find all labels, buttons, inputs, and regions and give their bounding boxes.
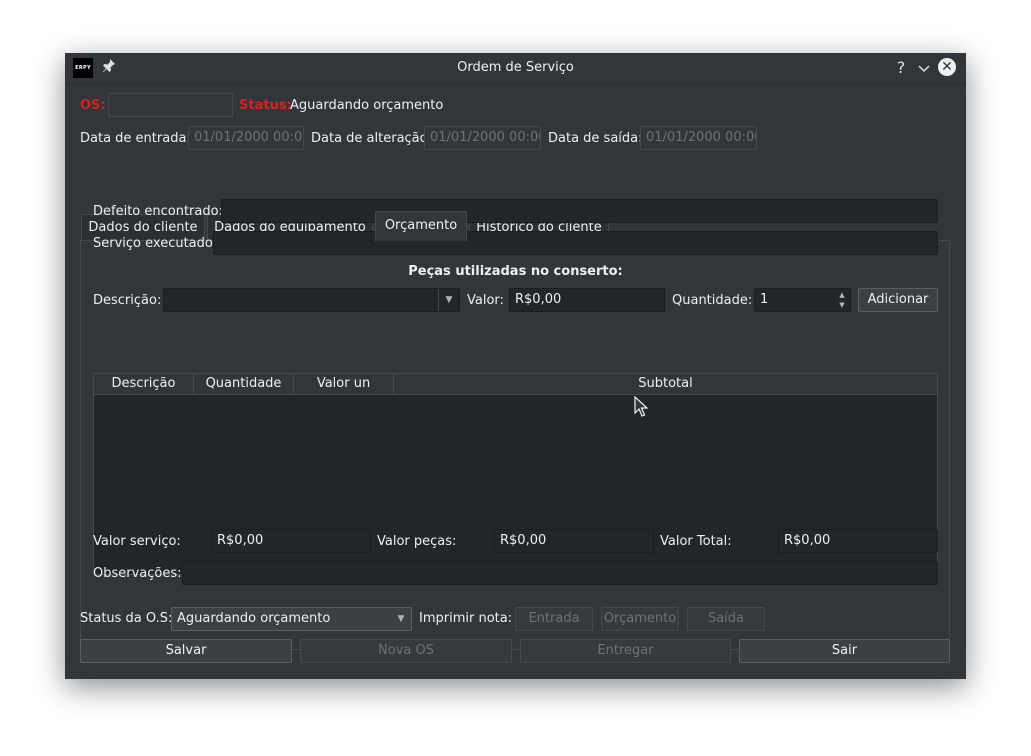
quantity-stepper[interactable]: 1 ▲ ▼ (754, 288, 851, 312)
notes-input[interactable] (182, 561, 938, 585)
column-header-quantity[interactable]: Quantidade (194, 374, 294, 395)
os-label: OS: (80, 98, 106, 113)
minimize-button[interactable] (914, 58, 934, 78)
os-number-field[interactable] (108, 93, 233, 117)
deliver-button[interactable]: Entregar (520, 639, 731, 663)
change-date-field[interactable]: 01/01/2000 00:00 (424, 126, 541, 150)
new-os-button[interactable]: Nova OS (300, 639, 512, 663)
parts-value-input[interactable]: R$0,00 (494, 529, 654, 553)
spin-down-icon[interactable]: ▼ (836, 300, 848, 310)
print-exit-button[interactable]: Saída (687, 607, 765, 631)
os-status-select[interactable]: Aguardando orçamento ▼ (171, 607, 412, 631)
service-label: Serviço executado: (93, 236, 218, 251)
defect-input[interactable] (221, 199, 938, 223)
close-button[interactable]: ✕ (938, 58, 956, 76)
save-button[interactable]: Salvar (80, 639, 292, 663)
mouse-cursor-icon (634, 395, 649, 422)
print-budget-button[interactable]: Orçamento (601, 607, 679, 631)
service-value-label: Valor serviço: (93, 534, 181, 549)
value-input[interactable]: R$0,00 (509, 288, 665, 312)
description-combo[interactable]: ▼ (163, 288, 460, 312)
exit-button[interactable]: Sair (739, 639, 950, 663)
add-part-button[interactable]: Adicionar (858, 288, 938, 312)
print-label: Imprimir nota: (419, 611, 513, 626)
column-header-description[interactable]: Descrição (94, 374, 194, 395)
parts-value-label: Valor peças: (377, 534, 457, 549)
total-value-input[interactable]: R$0,00 (778, 529, 938, 553)
total-value-label: Valor Total: (660, 534, 732, 549)
help-button[interactable]: ? (891, 58, 911, 78)
os-status-label: Status da O.S: (80, 611, 173, 626)
quantity-value: 1 (760, 292, 769, 307)
exit-date-label: Data de saída: (548, 131, 643, 146)
title-bar: ERPY Ordem de Serviço ? ✕ (65, 53, 966, 84)
print-entry-button[interactable]: Entrada (515, 607, 593, 631)
status-label: Status: (239, 98, 292, 113)
tab-budget[interactable]: Orçamento (375, 211, 467, 241)
status-value: Aguardando orçamento (290, 98, 444, 113)
entry-date-field[interactable]: 01/01/2000 00:00 (188, 126, 304, 150)
service-input[interactable] (213, 231, 938, 255)
chevron-down-icon[interactable]: ▼ (391, 608, 411, 630)
order-window: ERPY Ordem de Serviço ? ✕ OS: Status: Ag… (65, 53, 966, 679)
column-header-subtotal[interactable]: Subtotal (394, 374, 937, 395)
service-value-input[interactable]: R$0,00 (211, 529, 371, 553)
parts-heading: Peças utilizadas no conserto: (408, 264, 623, 279)
change-date-label: Data de alteração (311, 131, 428, 146)
exit-date-field[interactable]: 01/01/2000 00:00 (640, 126, 757, 150)
chevron-down-icon[interactable]: ▼ (438, 289, 459, 311)
os-status-selected: Aguardando orçamento (177, 611, 331, 626)
spin-up-icon[interactable]: ▲ (836, 290, 848, 300)
entry-date-label: Data de entrada: (80, 131, 191, 146)
column-header-unit-value[interactable]: Valor un (294, 374, 394, 395)
value-label: Valor: (467, 293, 504, 308)
defect-label: Defeito encontrado: (93, 204, 223, 219)
window-title: Ordem de Serviço (457, 60, 574, 75)
description-label: Descrição: (93, 293, 162, 308)
notes-label: Observações: (93, 566, 182, 581)
quantity-label: Quantidade: (672, 293, 753, 308)
